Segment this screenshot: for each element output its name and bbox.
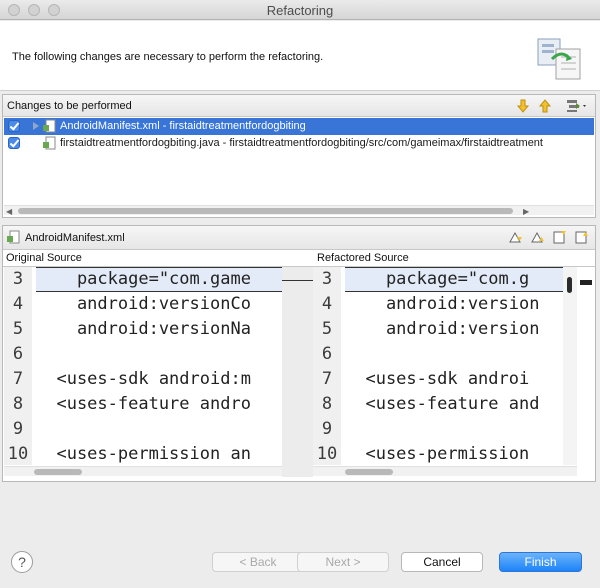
next-button[interactable]: Next > xyxy=(297,552,389,572)
help-button[interactable]: ? xyxy=(11,551,33,573)
banner-message: The following changes are necessary to p… xyxy=(12,51,324,63)
code-line: android:version xyxy=(345,294,540,314)
line-number: 6 xyxy=(12,344,24,364)
change-checkbox-manifest[interactable] xyxy=(8,120,20,132)
code-line: <uses-permission an xyxy=(36,444,251,464)
code-line: android:version xyxy=(345,319,540,339)
wizard-banner: The following changes are necessary to p… xyxy=(0,21,600,91)
title-bar: Refactoring xyxy=(0,0,600,20)
compare-connector xyxy=(282,267,313,477)
scrollbar-thumb[interactable] xyxy=(34,469,82,475)
code-line: android:versionNa xyxy=(36,319,251,339)
line-number: 7 xyxy=(12,369,24,389)
line-number: 3 xyxy=(12,269,24,289)
line-number: 9 xyxy=(12,419,24,439)
code-line: <uses-sdk android:m xyxy=(36,369,251,389)
changes-panel-header: Changes to be performed xyxy=(3,95,595,117)
scroll-left-arrow-icon[interactable]: ◀ xyxy=(6,207,12,216)
changes-horizontal-scrollbar[interactable]: ◀ ▶ xyxy=(4,205,594,216)
line-number: 3 xyxy=(321,269,333,289)
tree-row-label: firstaidtreatmentfordogbiting.java - fir… xyxy=(60,137,543,149)
next-change-icon[interactable] xyxy=(552,229,568,245)
refactored-horizontal-scrollbar[interactable] xyxy=(313,466,577,476)
preview-file-name: AndroidManifest.xml xyxy=(25,232,125,244)
code-line: android:versionCo xyxy=(36,294,251,314)
refactored-source-label: Refactored Source xyxy=(317,252,409,264)
line-number: 9 xyxy=(321,419,333,439)
code-line: package="com.game xyxy=(36,267,282,292)
xml-file-icon xyxy=(7,230,20,244)
arrow-up-icon[interactable] xyxy=(537,98,553,114)
refactoring-wizard-icon xyxy=(537,38,581,80)
window-title: Refactoring xyxy=(266,3,334,18)
previous-difference-icon[interactable] xyxy=(530,229,546,245)
line-number: 8 xyxy=(321,394,333,414)
code-line: <uses-feature and xyxy=(345,394,540,414)
scroll-right-arrow-icon[interactable]: ▶ xyxy=(523,207,529,216)
java-file-icon xyxy=(43,136,56,150)
line-number: 5 xyxy=(12,319,24,339)
xml-file-icon xyxy=(43,119,56,133)
code-line: package="com.g xyxy=(345,267,563,292)
changes-panel-title: Changes to be performed xyxy=(7,100,132,112)
line-number: 6 xyxy=(321,344,333,364)
refactored-vertical-scrollbar[interactable] xyxy=(563,267,577,465)
finish-button[interactable]: Finish xyxy=(499,552,582,572)
back-button[interactable]: < Back xyxy=(212,552,304,572)
arrow-down-icon[interactable] xyxy=(515,98,531,114)
original-source-pane[interactable]: 3 package="com.game 4 android:versionCo 5 … xyxy=(4,267,282,465)
line-number: 7 xyxy=(321,369,333,389)
change-checkbox-java[interactable] xyxy=(8,137,20,149)
tree-row-label: AndroidManifest.xml - firstaidtreatmentf… xyxy=(60,120,306,132)
changes-panel: Changes to be performed AndroidManifest.… xyxy=(2,94,596,218)
code-line: <uses-feature andro xyxy=(36,394,251,414)
scrollbar-thumb[interactable] xyxy=(18,208,513,214)
scrollbar-thumb[interactable] xyxy=(567,277,572,293)
line-number: 4 xyxy=(321,294,333,314)
overview-change-marker[interactable] xyxy=(580,280,592,285)
cancel-button[interactable]: Cancel xyxy=(401,552,483,572)
previous-change-icon[interactable] xyxy=(574,229,590,245)
line-number: 10 xyxy=(316,444,338,464)
line-number: 10 xyxy=(7,444,29,464)
filter-menu-icon[interactable] xyxy=(565,98,589,114)
tree-row-java-file[interactable]: firstaidtreatmentfordogbiting.java - fir… xyxy=(4,135,594,152)
next-difference-icon[interactable] xyxy=(508,229,524,245)
preview-panel-header: AndroidManifest.xml xyxy=(3,226,595,250)
code-line: <uses-permission xyxy=(345,444,530,464)
tree-row-android-manifest[interactable]: AndroidManifest.xml - firstaidtreatmentf… xyxy=(4,118,594,135)
line-number: 5 xyxy=(321,319,333,339)
code-line: <uses-sdk androi xyxy=(345,369,530,389)
original-horizontal-scrollbar[interactable] xyxy=(4,466,282,476)
expand-arrow-icon[interactable] xyxy=(33,122,39,130)
refactored-source-pane[interactable]: 3 package="com.g 4 android:version 5 andro… xyxy=(313,267,563,465)
line-number: 4 xyxy=(12,294,24,314)
original-source-label: Original Source xyxy=(6,252,82,264)
scrollbar-thumb[interactable] xyxy=(345,469,393,475)
change-connector-line xyxy=(282,280,313,281)
line-number: 8 xyxy=(12,394,24,414)
